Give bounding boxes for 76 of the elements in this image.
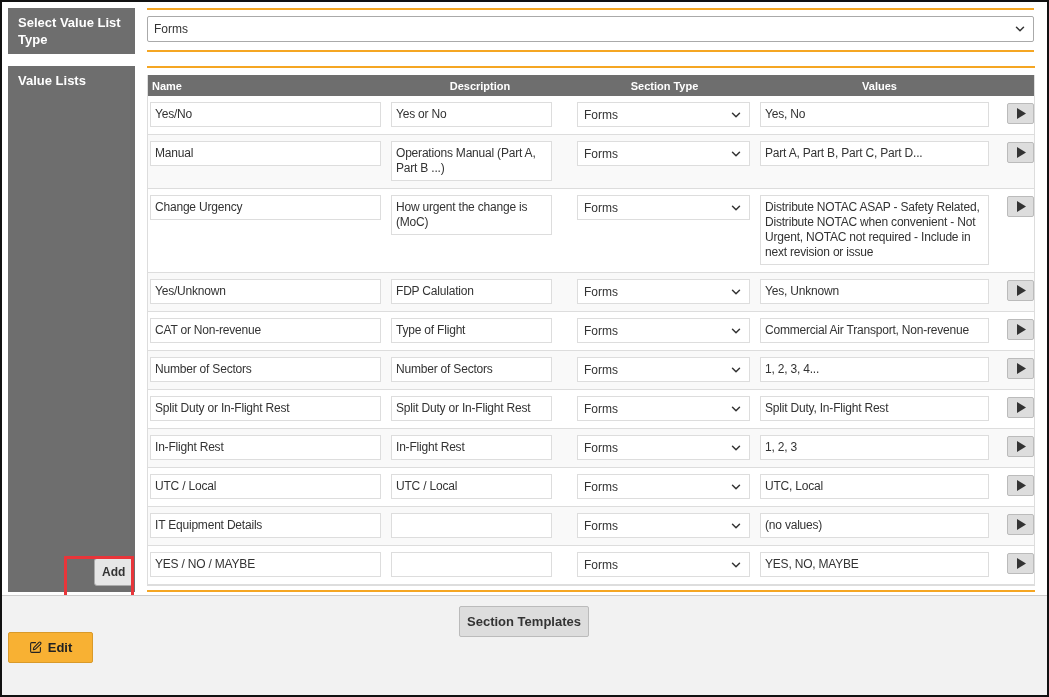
- name-field[interactable]: UTC / Local: [150, 474, 381, 499]
- description-field[interactable]: How urgent the change is (MoC): [391, 195, 552, 235]
- play-icon: [1015, 441, 1026, 452]
- name-field[interactable]: Number of Sectors: [150, 357, 381, 382]
- description-field[interactable]: UTC / Local: [391, 474, 552, 499]
- play-button[interactable]: [1007, 475, 1034, 496]
- play-icon: [1015, 108, 1026, 119]
- section-type-select[interactable]: Forms: [577, 435, 750, 460]
- section-type-select[interactable]: Forms: [577, 318, 750, 343]
- name-field[interactable]: Split Duty or In-Flight Rest: [150, 396, 381, 421]
- section-type-select[interactable]: Forms: [577, 396, 750, 421]
- description-field[interactable]: Split Duty or In-Flight Rest: [391, 396, 552, 421]
- column-header: Section Type: [629, 79, 700, 92]
- values-field[interactable]: Yes, Unknown: [760, 279, 989, 304]
- values-field[interactable]: YES, NO, MAYBE: [760, 552, 989, 577]
- values-field[interactable]: Commercial Air Transport, Non-revenue: [760, 318, 989, 343]
- play-button[interactable]: [1007, 142, 1034, 163]
- play-icon: [1015, 558, 1026, 569]
- description-field[interactable]: Type of Flight: [391, 318, 552, 343]
- section-type-select[interactable]: Forms: [577, 552, 750, 577]
- section-type-select[interactable]: Forms: [577, 474, 750, 499]
- description-field[interactable]: Operations Manual (Part A, Part B ...): [391, 141, 552, 181]
- values-field[interactable]: Yes, No: [760, 102, 989, 127]
- play-icon: [1015, 402, 1026, 413]
- play-icon: [1015, 324, 1026, 335]
- name-field[interactable]: Yes/Unknown: [150, 279, 381, 304]
- description-field[interactable]: [391, 552, 552, 577]
- values-field[interactable]: Split Duty, In-Flight Rest: [760, 396, 989, 421]
- play-icon: [1015, 201, 1026, 212]
- description-field[interactable]: Number of Sectors: [391, 357, 552, 382]
- section-type-select[interactable]: Forms: [577, 513, 750, 538]
- play-button[interactable]: [1007, 358, 1034, 379]
- play-button[interactable]: [1007, 436, 1034, 457]
- section-type-select[interactable]: Forms: [577, 279, 750, 304]
- name-field[interactable]: IT Equipment Details: [150, 513, 381, 538]
- name-field[interactable]: In-Flight Rest: [150, 435, 381, 460]
- play-button[interactable]: [1007, 319, 1034, 340]
- play-button[interactable]: [1007, 196, 1034, 217]
- play-icon: [1015, 285, 1026, 296]
- play-icon: [1015, 519, 1026, 530]
- section-label: Value Lists: [18, 72, 86, 89]
- values-field[interactable]: Part A, Part B, Part C, Part D...: [760, 141, 989, 166]
- edit-icon: [28, 641, 42, 654]
- edit-button[interactable]: Edit: [8, 632, 93, 663]
- name-field[interactable]: Change Urgency: [150, 195, 381, 220]
- values-field[interactable]: 1, 2, 3: [760, 435, 989, 460]
- play-icon: [1015, 363, 1026, 374]
- play-button[interactable]: [1007, 397, 1034, 418]
- values-field[interactable]: (no values): [760, 513, 989, 538]
- play-button[interactable]: [1007, 553, 1034, 574]
- play-button[interactable]: [1007, 514, 1034, 535]
- values-field[interactable]: UTC, Local: [760, 474, 989, 499]
- section-type-select[interactable]: Forms: [577, 357, 750, 382]
- values-field[interactable]: 1, 2, 3, 4...: [760, 357, 989, 382]
- description-field[interactable]: [391, 513, 552, 538]
- name-field[interactable]: Yes/No: [150, 102, 381, 127]
- play-button[interactable]: [1007, 103, 1034, 124]
- type-select[interactable]: Forms: [147, 16, 1034, 42]
- description-field[interactable]: Yes or No: [391, 102, 552, 127]
- column-header: Name: [151, 79, 183, 92]
- section-type-select[interactable]: Forms: [577, 195, 750, 220]
- section-type-select[interactable]: Forms: [577, 102, 750, 127]
- section-label: Select Value List Type: [18, 14, 122, 48]
- description-field[interactable]: In-Flight Rest: [391, 435, 552, 460]
- play-icon: [1015, 147, 1026, 158]
- section-type-select[interactable]: Forms: [577, 141, 750, 166]
- play-icon: [1015, 480, 1026, 491]
- column-header: Values: [861, 79, 898, 92]
- name-field[interactable]: Manual: [150, 141, 381, 166]
- column-header: Description: [448, 79, 512, 92]
- play-button[interactable]: [1007, 280, 1034, 301]
- name-field[interactable]: CAT or Non-revenue: [150, 318, 381, 343]
- section-templates-button[interactable]: Section Templates: [459, 606, 589, 637]
- description-field[interactable]: FDP Calulation: [391, 279, 552, 304]
- values-field[interactable]: Distribute NOTAC ASAP - Safety Related, Distribute NOTAC when convenient - Not Urgent, NOTAC not required - Include in next revision or issue: [760, 195, 989, 265]
- name-field[interactable]: YES / NO / MAYBE: [150, 552, 381, 577]
